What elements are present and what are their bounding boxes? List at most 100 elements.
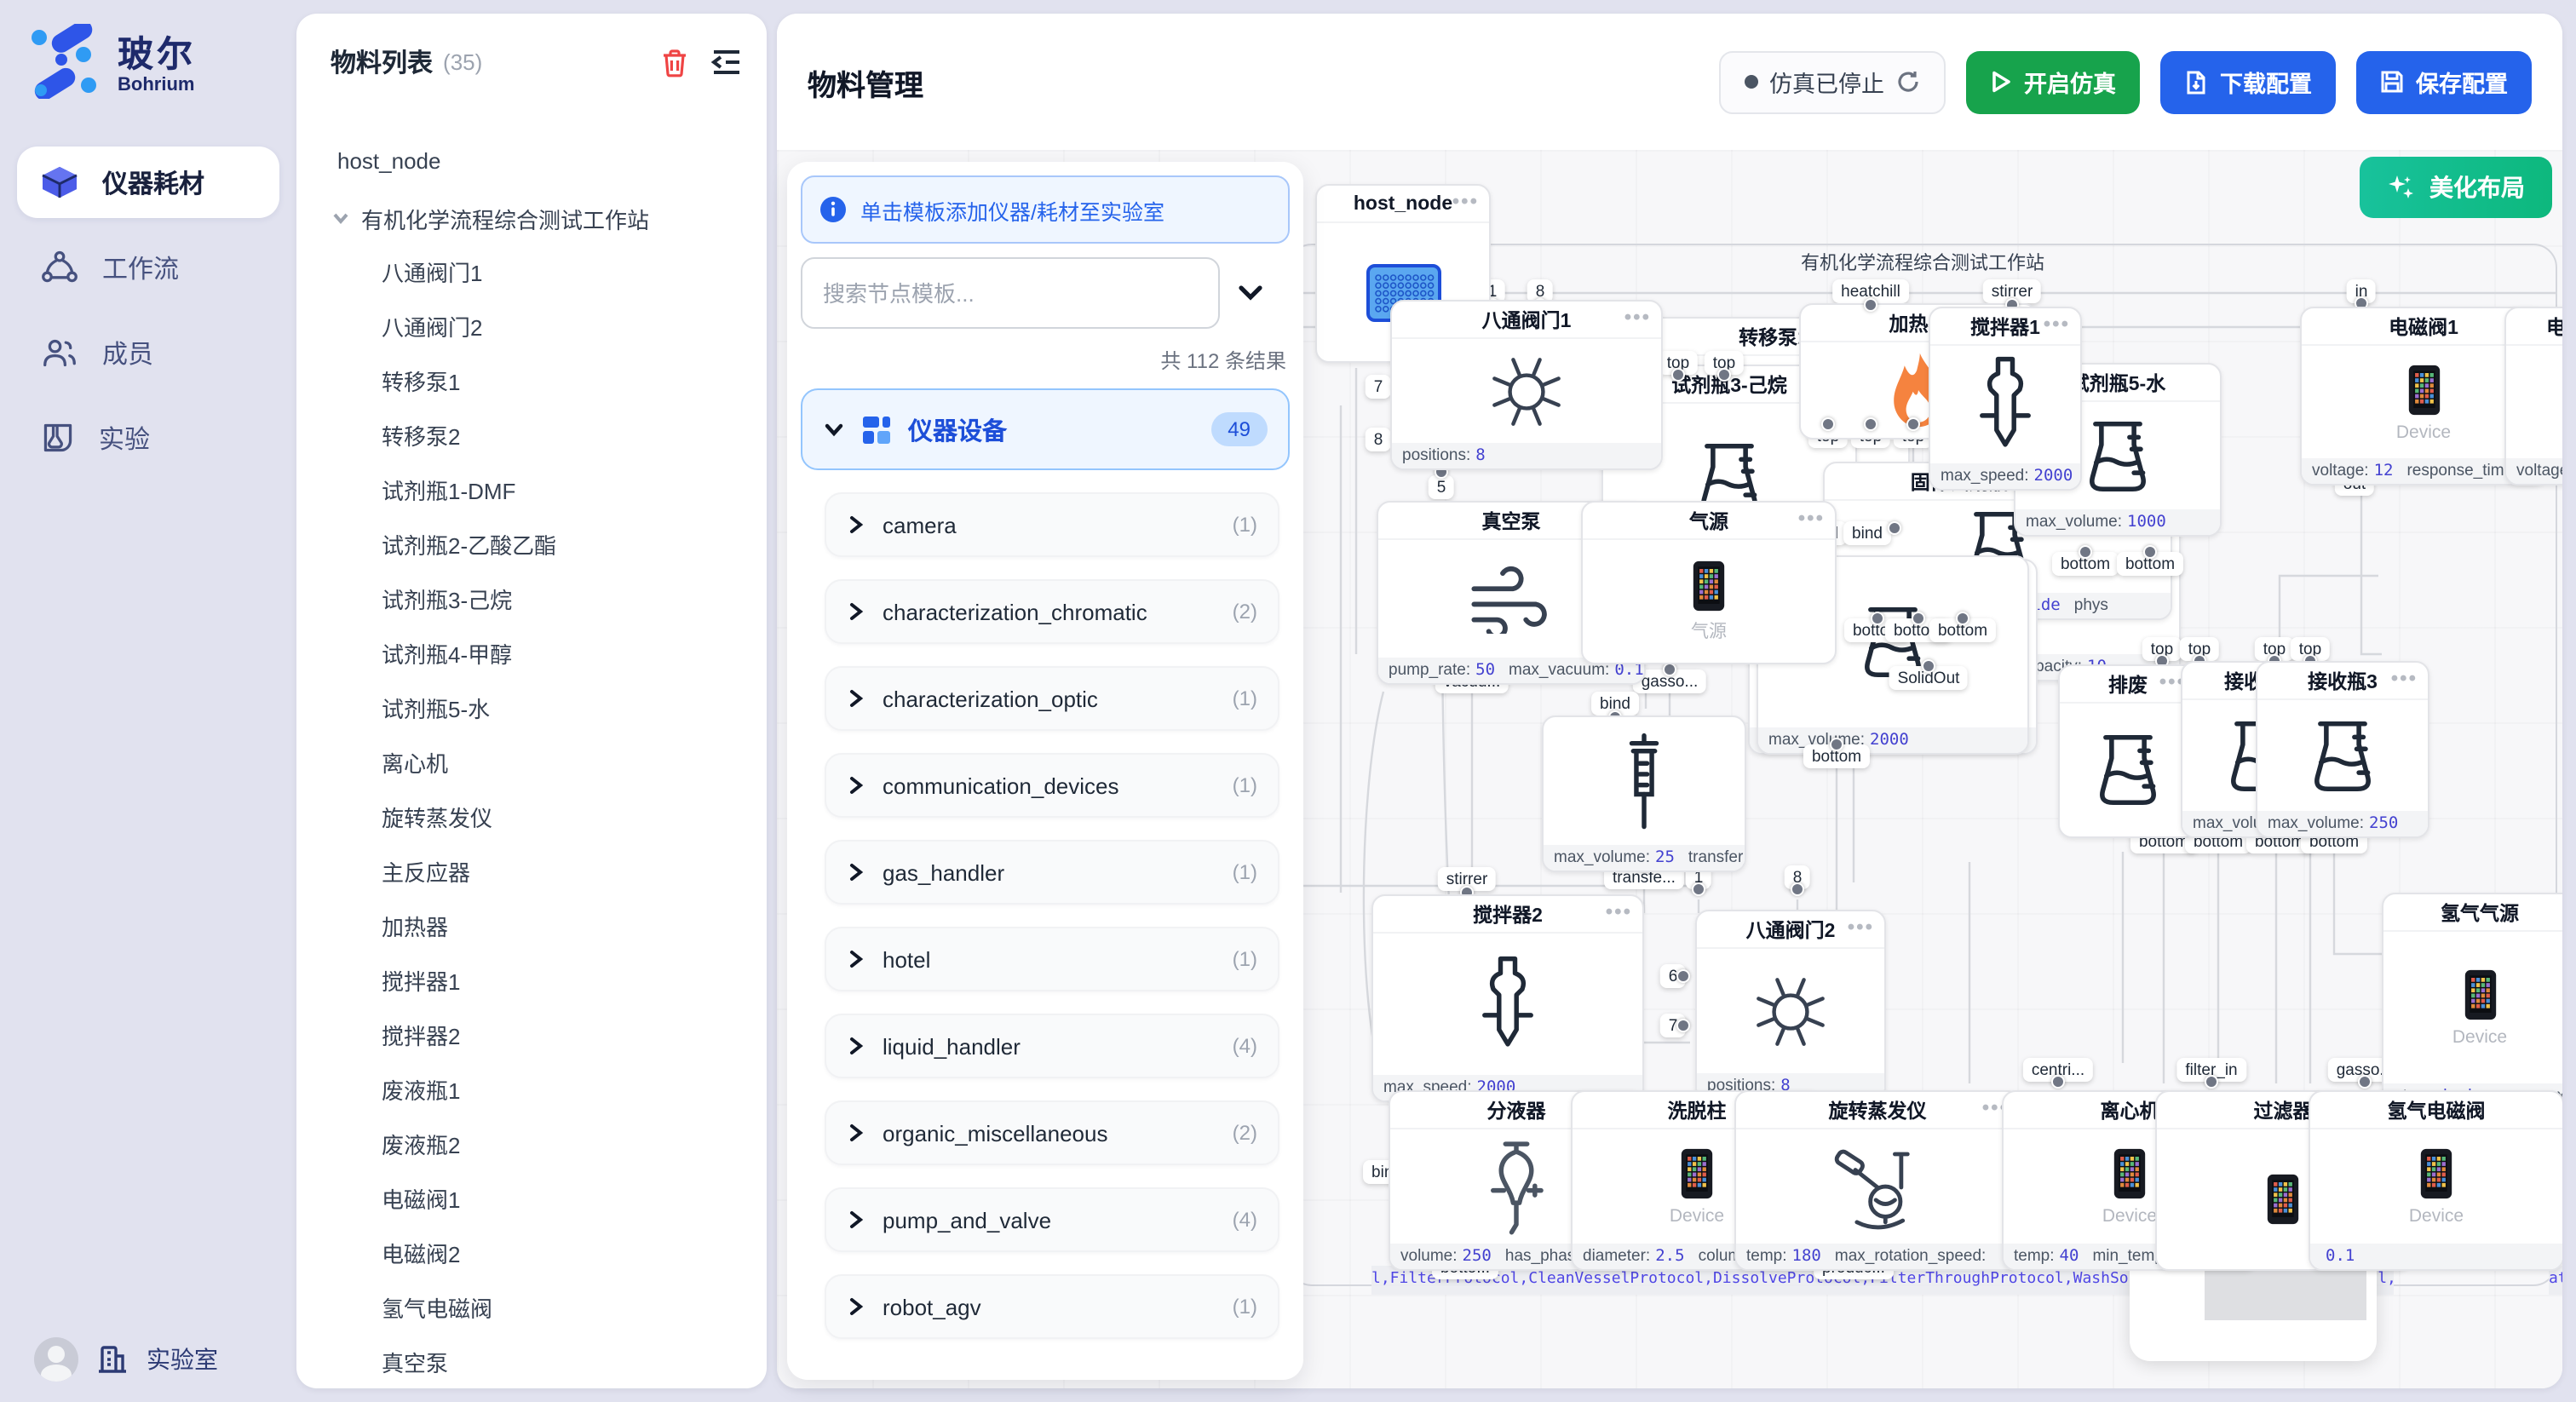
port-pill-bind[interactable]: bind [1843, 521, 1891, 545]
port-handle[interactable] [1663, 663, 1676, 676]
port-handle[interactable] [1791, 882, 1804, 896]
template-item-hotel[interactable]: hotel (1) [825, 927, 1279, 991]
port-handle[interactable] [1956, 612, 1969, 625]
port-handle[interactable] [1830, 738, 1843, 751]
port-handle[interactable] [2358, 1075, 2372, 1089]
tree-item[interactable]: 转移泵1 [296, 353, 767, 407]
template-item-characterization_chromatic[interactable]: characterization_chromatic (2) [825, 579, 1279, 644]
template-item-organic_miscellaneous[interactable]: organic_miscellaneous (2) [825, 1100, 1279, 1165]
template-item-robot_agv[interactable]: robot_agv (1) [825, 1274, 1279, 1339]
tree-item[interactable]: 电磁阀2 [296, 1225, 767, 1279]
tree-item[interactable]: 加热器 [296, 898, 767, 952]
port-pill-5[interactable]: 5 [1429, 475, 1455, 499]
port-handle[interactable] [1906, 417, 1920, 431]
sidebar-footer[interactable]: 实验室 [0, 1337, 296, 1382]
tree-item[interactable]: 试剂瓶4-甲醇 [296, 625, 767, 680]
tree-item[interactable]: 搅拌器2 [296, 1007, 767, 1061]
chevron-down-icon[interactable] [823, 418, 845, 440]
canvas-node-旋转蒸发仪[interactable]: 旋转蒸发仪•••temp:180max_rotation_speed: [1734, 1090, 2021, 1271]
port-handle[interactable] [1676, 1019, 1690, 1032]
start-simulation-button[interactable]: 开启仿真 [1966, 50, 2140, 113]
port-handle[interactable] [2143, 545, 2157, 559]
sidebar-item-workflow[interactable]: 工作流 [17, 232, 279, 303]
simulation-status-badge[interactable]: 仿真已停止 [1718, 50, 1946, 113]
template-item-pump_and_valve[interactable]: pump_and_valve (4) [825, 1187, 1279, 1252]
device-label: Device [2452, 1027, 2507, 1048]
refresh-icon[interactable] [1896, 70, 1920, 94]
canvas-node-电磁阀2[interactable]: 电磁阀2voltage:12 [2504, 307, 2562, 486]
category-instrument-devices[interactable]: 仪器设备 49 [801, 388, 1290, 470]
canvas-node-搅拌器1[interactable]: 搅拌器1•••max_speed:2000 [1929, 307, 2082, 491]
beautify-layout-button[interactable]: 美化布局 [2360, 157, 2552, 218]
tree-item[interactable]: 试剂瓶5-水 [296, 680, 767, 734]
tree-item[interactable]: 试剂瓶3-己烷 [296, 571, 767, 625]
node-menu-icon[interactable]: ••• [1452, 189, 1479, 213]
port-handle[interactable] [1717, 368, 1731, 382]
tree-root-host-node[interactable]: host_node [296, 148, 767, 192]
collapse-list-icon[interactable] [710, 48, 743, 77]
tree-item[interactable]: 废液瓶1 [296, 1061, 767, 1116]
tree-item[interactable]: 真空泵 [296, 1334, 767, 1388]
canvas-node-氢气电磁阀[interactable]: 氢气电磁阀Device0.1 [2309, 1090, 2562, 1271]
sidebar-item-members[interactable]: 成员 [17, 317, 279, 388]
template-item-communication_devices[interactable]: communication_devices (1) [825, 753, 1279, 818]
canvas-node-搅拌器2[interactable]: 搅拌器2•••max_speed:2000 [1371, 894, 1644, 1102]
chevron-down-icon[interactable] [331, 208, 351, 228]
sidebar-item-experiments[interactable]: 实验 [17, 402, 279, 474]
tree-item[interactable]: 搅拌器1 [296, 952, 767, 1007]
tree-item[interactable]: 试剂瓶1-DMF [296, 462, 767, 516]
tree-item[interactable]: 转移泵2 [296, 407, 767, 462]
canvas-node-八通阀门2[interactable]: 八通阀门2•••positions:8 [1695, 910, 1886, 1100]
port-handle[interactable] [2051, 1075, 2065, 1089]
node-menu-icon[interactable]: ••• [1606, 899, 1632, 923]
port-handle[interactable] [2205, 1075, 2218, 1089]
port-handle[interactable] [2079, 545, 2092, 559]
search-input[interactable] [801, 257, 1220, 329]
node-menu-icon[interactable]: ••• [1848, 915, 1874, 939]
port-handle[interactable] [1671, 368, 1685, 382]
delete-icon[interactable] [659, 47, 690, 78]
template-item-camera[interactable]: camera (1) [825, 492, 1279, 557]
port-handle[interactable] [1864, 298, 1877, 312]
download-config-button[interactable]: 下载配置 [2160, 50, 2336, 113]
tree-item[interactable]: 八通阀门1 [296, 244, 767, 298]
port-pill-8[interactable]: 8 [1366, 428, 1392, 451]
port-handle[interactable] [1821, 417, 1835, 431]
save-config-button[interactable]: 保存配置 [2356, 50, 2532, 113]
port-handle[interactable] [1888, 521, 1901, 535]
canvas-node-排废[interactable]: 排废••• [2058, 664, 2198, 838]
tree-item[interactable]: 氢气电磁阀 [296, 1279, 767, 1334]
template-item-gas_handler[interactable]: gas_handler (1) [825, 840, 1279, 905]
canvas-node-接收瓶3[interactable]: 接收瓶3•••max_volume:250 [2256, 661, 2429, 838]
tree-group-workstation[interactable]: 有机化学流程综合测试工作站 [296, 192, 767, 244]
template-item-characterization_optic[interactable]: characterization_optic (1) [825, 666, 1279, 731]
canvas-node-氢气气源[interactable]: 氢气气源Device_type:hydrogenmax_pre [2382, 893, 2562, 1111]
port-handle[interactable] [1922, 659, 1935, 673]
tree-item[interactable]: 主反应器 [296, 843, 767, 898]
port-handle[interactable] [1692, 882, 1705, 896]
port-handle[interactable] [1676, 969, 1690, 983]
tree-item[interactable]: 电磁阀1 [296, 1170, 767, 1225]
template-item-liquid_handler[interactable]: liquid_handler (4) [825, 1014, 1279, 1078]
tree-item[interactable]: 八通阀门2 [296, 298, 767, 353]
tree-item[interactable]: 废液瓶2 [296, 1116, 767, 1170]
port-handle[interactable] [1871, 612, 1884, 625]
tree-item[interactable]: 试剂瓶2-乙酸乙酯 [296, 516, 767, 571]
canvas-node[interactable]: max_volume:25transfer_rate:10 [1542, 715, 1746, 872]
tree-item[interactable]: 离心机 [296, 734, 767, 789]
port-handle[interactable] [1912, 612, 1925, 625]
sidebar-item-instruments[interactable]: 仪器耗材 [17, 147, 279, 218]
port-pill-7[interactable]: 7 [1366, 375, 1392, 399]
canvas-node-八通阀门1[interactable]: 八通阀门1•••positions:8 [1390, 300, 1663, 470]
node-title: 搅拌器1 [1970, 313, 2040, 340]
collapse-panel-icon[interactable] [1237, 283, 1264, 303]
port-handle[interactable] [1864, 417, 1877, 431]
node-menu-icon[interactable]: ••• [2391, 666, 2418, 690]
canvas-node-气源[interactable]: 气源•••气源 [1581, 501, 1837, 664]
template-item-count: (1) [1233, 773, 1257, 797]
node-menu-icon[interactable]: ••• [1624, 305, 1651, 329]
node-menu-icon[interactable]: ••• [1798, 506, 1825, 530]
avatar[interactable] [34, 1337, 78, 1382]
tree-item[interactable]: 旋转蒸发仪 [296, 789, 767, 843]
node-menu-icon[interactable]: ••• [2044, 312, 2070, 336]
